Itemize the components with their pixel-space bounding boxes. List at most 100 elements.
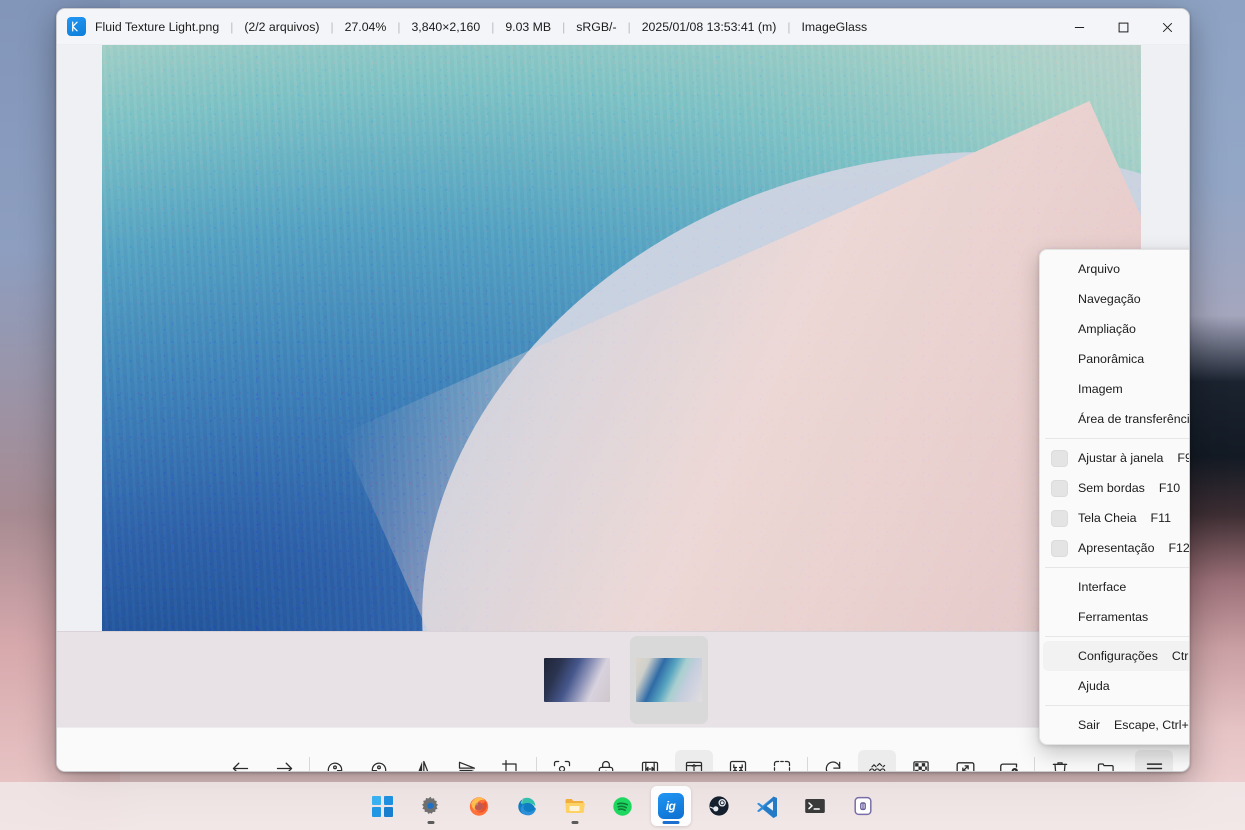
crop-icon[interactable] [492,750,530,771]
back-arrow-icon[interactable] [221,750,259,771]
rotate-left-icon[interactable] [316,750,354,771]
menu-item-label: Ampliação [1078,322,1136,336]
menu-item-apresentacao[interactable]: Apresentação F12 [1043,533,1190,563]
menu-item-sem-bordas[interactable]: Sem bordas F10 [1043,473,1189,503]
firefox-icon[interactable] [459,786,499,826]
title-separator-2: | [330,19,334,34]
scale-to-width-icon[interactable] [631,750,669,771]
terminal-icon[interactable] [795,786,835,826]
thumbnail-2[interactable] [630,635,708,724]
image-dimensions: 3,840×2,160 [411,19,481,34]
menu-item-panoramica[interactable]: Panorâmica ❯ [1043,344,1189,374]
minimize-button[interactable] [1057,9,1101,45]
menu-item-label: Tela Cheia [1078,511,1137,525]
checkerboard-icon[interactable] [902,750,940,771]
separator-4 [1034,756,1035,771]
menu-item-label: Ajuda [1078,679,1110,693]
actual-size-icon[interactable] [543,750,581,771]
forward-arrow-icon[interactable] [265,750,303,771]
menu-item-label: Imagem [1078,382,1123,396]
lock-zoom-ratio-icon[interactable] [587,750,625,771]
windows-logo-icon [372,795,393,817]
title-separator-7: | [787,19,791,34]
menu-item-label: Panorâmica [1078,352,1145,366]
checkbox-icon[interactable] [1051,479,1068,497]
menu-item-imagem[interactable]: Imagem ❯ [1043,374,1189,404]
toolbar-right-group [1087,749,1173,771]
thumbnail-1[interactable] [538,636,616,724]
menu-item-tela-cheia[interactable]: Tela Cheia F11 [1043,503,1189,533]
settings-icon[interactable] [411,786,451,826]
imageglass-logo-glyph: ig [657,793,684,819]
spotify-icon[interactable] [603,786,643,826]
menu-item-configuracoes[interactable]: Configurações Ctrl+, [1043,641,1189,671]
menu-item-ajustar-a-janela[interactable]: Ajustar à janela F9 [1043,443,1189,473]
thumbnail-2-image [636,657,702,702]
presentation-icon[interactable] [990,750,1028,771]
window-controls [1057,9,1189,45]
steam-icon[interactable] [699,786,739,826]
scale-to-height-icon[interactable] [675,749,713,771]
title-separator-4: | [491,19,495,34]
app-icon-last[interactable] [843,786,883,826]
menu-item-shortcut: F12 [1168,541,1190,555]
flip-vertical-icon[interactable] [448,750,486,771]
menu-separator-3 [1045,636,1189,637]
bottom-toolbar [57,727,1189,772]
checkbox-icon[interactable] [1051,539,1068,557]
menu-item-arquivo[interactable]: Arquivo ❯ [1043,254,1189,284]
menu-item-shortcut: Ctrl+, [1171,649,1189,663]
flip-horizontal-icon[interactable] [404,750,442,771]
title-separator-6: | [627,19,631,34]
imageglass-app-icon [67,17,86,36]
menu-item-label: Ferramentas [1078,610,1149,624]
slideshow-thumbnail-icon[interactable] [858,749,896,771]
window-title: Fluid Texture Light.png [95,19,220,34]
menu-item-ferramentas[interactable]: Ferramentas ❯ [1043,602,1189,632]
start-button[interactable] [363,786,403,826]
hamburger-menu-icon[interactable] [1135,749,1173,771]
displayed-image[interactable] [102,45,1141,631]
scale-to-fit-icon[interactable] [719,750,757,771]
scale-to-fill-icon[interactable] [763,750,801,772]
file-explorer-icon[interactable] [555,786,595,826]
separator-3 [807,756,808,771]
maximize-button[interactable] [1101,9,1145,45]
checkbox-icon[interactable] [1051,509,1068,527]
color-profile: sRGB/- [576,19,617,34]
open-folder-icon[interactable] [1087,750,1125,771]
checkbox-icon[interactable] [1051,449,1068,467]
menu-item-ampliacao[interactable]: Ampliação ❯ [1043,314,1189,344]
menu-item-sair[interactable]: Sair Escape, Ctrl+W [1043,710,1189,740]
delete-icon[interactable] [1041,750,1079,771]
menu-item-label: Apresentação [1078,541,1155,555]
menu-separator-4 [1045,705,1189,706]
title-separator-1: | [230,19,234,34]
menu-item-area-de-transferencia[interactable]: Área de transferência ❯ [1043,404,1189,434]
menu-item-interface[interactable]: Interface ❯ [1043,572,1189,602]
menu-item-ajuda[interactable]: Ajuda ❯ [1043,671,1189,701]
title-bar[interactable]: Fluid Texture Light.png | (2/2 arquivos)… [57,9,1189,45]
menu-separator-2 [1045,567,1189,568]
vscode-icon[interactable] [747,786,787,826]
menu-item-shortcut: F10 [1158,481,1181,495]
imageglass-window: Fluid Texture Light.png | (2/2 arquivos)… [56,8,1190,772]
separator-1 [309,756,310,771]
thumbnail-bar[interactable] [57,631,1189,727]
toolbar-left-group [221,749,1079,772]
refresh-icon[interactable] [814,750,852,771]
edge-icon[interactable] [507,786,547,826]
close-button[interactable] [1145,9,1189,45]
image-viewport[interactable] [57,45,1189,631]
taskbar: ig [0,782,1245,830]
imageglass-icon[interactable]: ig [650,786,691,826]
file-counter: (2/2 arquivos) [244,19,320,34]
desktop: Fluid Texture Light.png | (2/2 arquivos)… [0,0,1245,830]
file-size: 9.03 MB [505,19,552,34]
context-menu[interactable]: Arquivo ❯ Navegação ❯ Ampliação ❯ Panorâ… [1039,249,1190,745]
menu-item-navegacao[interactable]: Navegação ❯ [1043,284,1189,314]
menu-item-label: Sair [1078,718,1101,732]
fullscreen-icon[interactable] [946,750,984,771]
rotate-right-icon[interactable] [360,750,398,771]
menu-item-shortcut: Escape, Ctrl+W [1114,718,1189,732]
